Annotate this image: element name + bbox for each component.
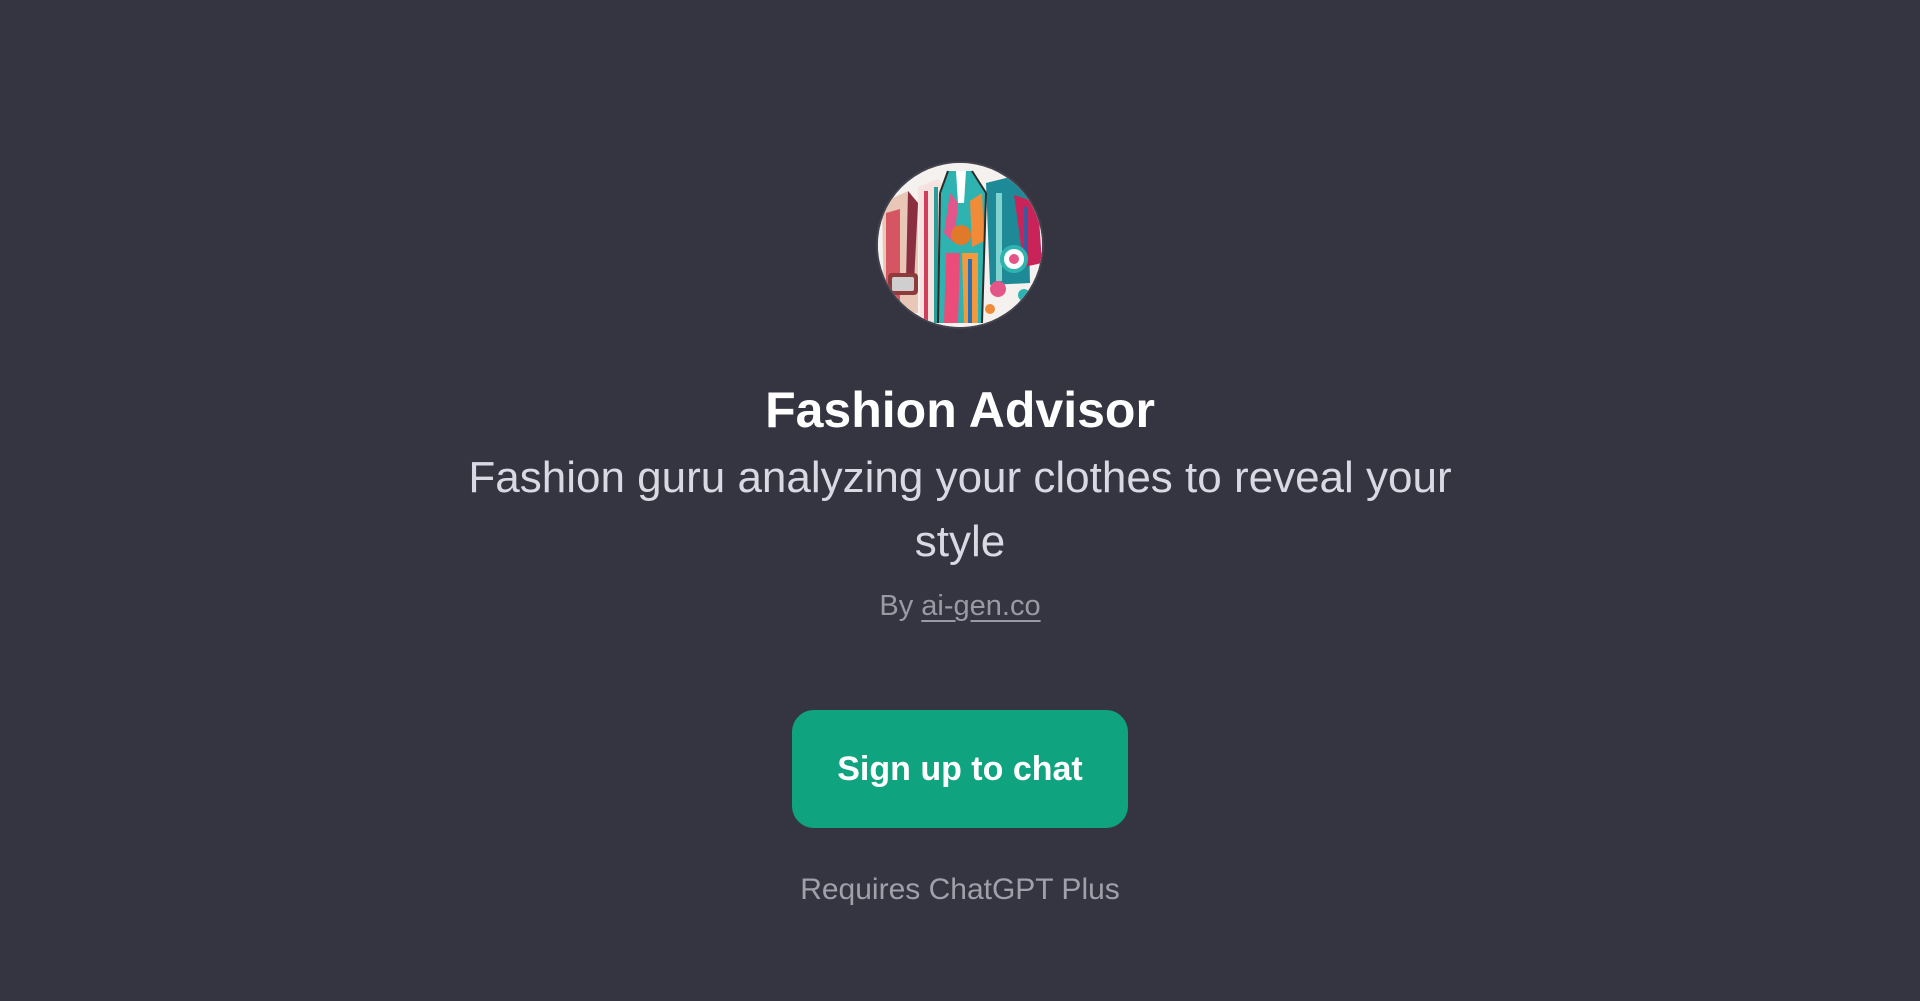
author-byline: By ai-gen.co: [0, 586, 1920, 626]
fashion-clothes-icon: [878, 163, 1042, 327]
sign-up-to-chat-button[interactable]: Sign up to chat: [792, 710, 1128, 828]
gpt-avatar: [878, 163, 1042, 327]
author-link[interactable]: ai-gen.co: [921, 590, 1040, 622]
byline-prefix: By: [879, 590, 914, 622]
plan-requirement-note: Requires ChatGPT Plus: [800, 873, 1120, 906]
gpt-title: Fashion Advisor: [765, 382, 1155, 438]
gpt-description: Fashion guru analyzing your clothes to r…: [468, 453, 1452, 566]
gpt-landing-page: Fashion Advisor Fashion guru analyzing y…: [0, 0, 1920, 1001]
